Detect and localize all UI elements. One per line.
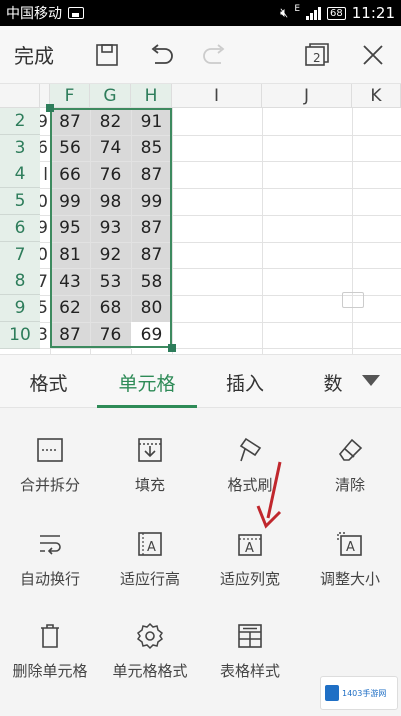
sheets-count: 2	[313, 51, 321, 65]
fill-button[interactable]: 填充	[100, 408, 200, 498]
table-cell[interactable]: 5	[40, 295, 50, 322]
tab-data[interactable]: 数	[293, 355, 373, 409]
redo-icon[interactable]	[200, 40, 230, 70]
delete-cell-button[interactable]: 删除单元格	[0, 594, 100, 684]
table-cell[interactable]: 0	[40, 188, 50, 215]
gear-icon	[134, 620, 166, 652]
corner-cell[interactable]	[0, 84, 40, 108]
top-toolbar: 完成 2	[0, 26, 401, 84]
tool-label: 删除单元格	[12, 662, 88, 680]
tool-label: 合并拆分	[19, 476, 80, 494]
row-header[interactable]: 3	[0, 134, 40, 162]
annotation-arrow-icon	[256, 461, 282, 529]
row-header[interactable]: 6	[0, 214, 40, 242]
tool-label: 适应行高	[119, 570, 180, 588]
clear-button[interactable]: 清除	[300, 408, 400, 498]
tool-label: 清除	[334, 476, 365, 494]
sheets-count-icon[interactable]: 2	[302, 40, 332, 70]
battery-level: 68	[327, 6, 346, 20]
wrap-text-icon	[34, 528, 66, 560]
fill-icon	[134, 434, 166, 466]
row-header[interactable]: 4	[0, 161, 40, 189]
tool-label: 填充	[134, 476, 165, 494]
trash-icon	[34, 620, 66, 652]
column-header-h[interactable]: H	[131, 84, 172, 108]
tool-label: 自动换行	[19, 570, 80, 588]
table-style-icon	[234, 620, 266, 652]
tool-label: 调整大小	[319, 570, 380, 588]
tab-format[interactable]: 格式	[0, 355, 97, 409]
svg-text:A: A	[346, 540, 355, 555]
eraser-icon	[334, 434, 366, 466]
table-style-button[interactable]: 表格样式	[200, 594, 300, 684]
row-header[interactable]: 10	[0, 321, 40, 349]
table-cell[interactable]: l	[40, 161, 50, 188]
table-cell[interactable]: 7	[40, 268, 50, 295]
clock: 11:21	[351, 4, 395, 22]
tab-insert[interactable]: 插入	[197, 355, 293, 409]
row-header[interactable]: 5	[0, 188, 40, 216]
table-cell[interactable]: 6	[40, 135, 50, 162]
done-button[interactable]: 完成	[14, 40, 74, 69]
resize-button[interactable]: A 调整大小	[300, 502, 400, 592]
tool-label: 适应列宽	[219, 570, 280, 588]
signal-icon	[306, 6, 322, 20]
table-cell[interactable]: 9	[40, 215, 50, 242]
logo-badge-icon	[325, 685, 339, 701]
resize-icon: A	[334, 528, 366, 560]
tool-label: 单元格格式	[112, 662, 188, 680]
comment-icon[interactable]	[342, 292, 364, 308]
chevron-down-icon[interactable]	[362, 375, 380, 386]
fit-row-height-button[interactable]: A 适应行高	[100, 502, 200, 592]
column-header-f[interactable]: F	[50, 84, 90, 108]
column-header-g[interactable]: G	[90, 84, 131, 108]
site-logo: 1403手游网	[320, 676, 398, 710]
table-cell[interactable]: 9	[40, 108, 50, 135]
cell-selection	[50, 108, 172, 348]
tool-label: 表格样式	[219, 662, 280, 680]
table-cell[interactable]: 3	[40, 322, 50, 349]
column-header-k[interactable]: K	[352, 84, 401, 108]
selection-handle-top-left[interactable]	[46, 104, 54, 112]
row-header[interactable]: 7	[0, 241, 40, 269]
selection-handle-bottom-right[interactable]	[168, 344, 176, 352]
carrier-name: 中国移动	[6, 6, 62, 22]
status-bar: 中国移动 🔇︎ E 68 11:21	[0, 0, 401, 26]
mute-icon: 🔇︎	[280, 5, 289, 21]
table-cell[interactable]: 0	[40, 242, 50, 269]
merge-split-button[interactable]: 合并拆分	[0, 408, 100, 498]
logo-text: 1403手游网	[342, 688, 387, 698]
fit-row-height-icon: A	[134, 528, 166, 560]
column-header-j[interactable]: J	[262, 84, 352, 108]
column-header-i[interactable]: I	[172, 84, 262, 108]
image-notification-icon	[68, 7, 84, 19]
row-header[interactable]: 8	[0, 268, 40, 296]
cell-format-button[interactable]: 单元格格式	[100, 594, 200, 684]
svg-text:A: A	[147, 540, 156, 555]
close-icon[interactable]	[358, 40, 388, 70]
save-icon[interactable]	[92, 40, 122, 70]
tab-cell[interactable]: 单元格	[97, 355, 197, 409]
undo-icon[interactable]	[146, 40, 176, 70]
spreadsheet-grid[interactable]: F G H I J K 2 9 87 82 91 3 6 56 74 85 4 l 66 76 87 5 0 99…	[0, 84, 401, 354]
ribbon-tabs: 格式 单元格 插入 数	[0, 354, 401, 408]
row-header[interactable]: 2	[0, 108, 40, 135]
merge-icon	[34, 434, 66, 466]
network-type: E	[294, 4, 301, 14]
auto-wrap-button[interactable]: 自动换行	[0, 502, 100, 592]
row-header[interactable]: 9	[0, 294, 40, 322]
svg-text:A: A	[245, 541, 254, 556]
cell-tools-panel: 合并拆分 填充 格式刷 清除 自动换行 A 适应行高 A 适应列宽 A 调整大小…	[0, 408, 401, 716]
